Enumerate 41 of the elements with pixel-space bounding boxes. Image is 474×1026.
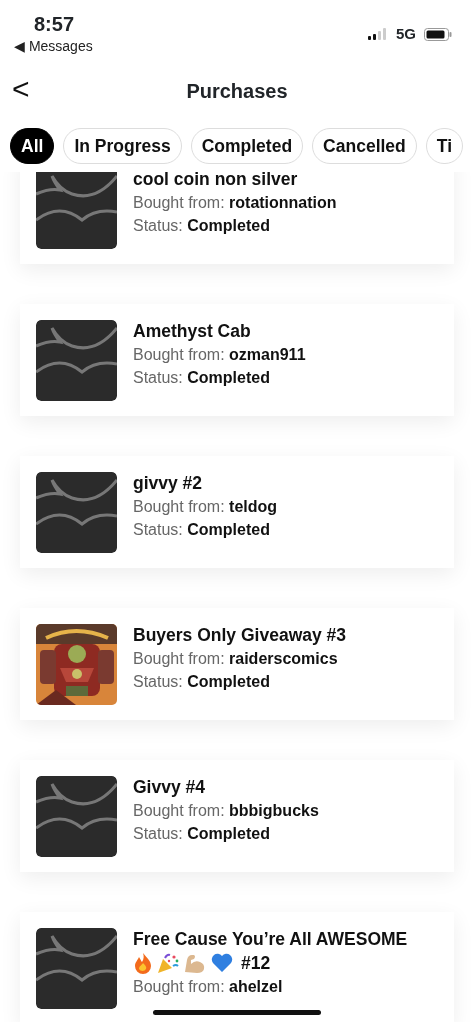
item-title: cool coin non silver: [133, 172, 299, 192]
network-label: 5G: [396, 23, 416, 44]
clock-time: 8:57: [34, 12, 76, 36]
status-line: Status: Completed: [133, 368, 271, 389]
seller-line: Bought from: rotationnation: [133, 193, 338, 214]
status-line: Status: Completed: [133, 520, 271, 541]
seller-line: Bought from: teldog: [133, 497, 279, 518]
filter-tab[interactable]: Completed: [190, 128, 304, 165]
filter-tab[interactable]: In Progress: [63, 128, 182, 165]
filter-tab[interactable]: All: [10, 128, 55, 165]
party-popper-icon: [157, 952, 179, 975]
back-button[interactable]: <: [8, 74, 34, 104]
seller-line: Bought from: ahelzel: [133, 977, 284, 998]
fire-icon: [133, 952, 153, 975]
filter-tab[interactable]: Ti: [425, 128, 464, 165]
item-number: #12: [241, 951, 271, 975]
purchase-card[interactable]: givvy #2 Bought from: teldog Status: Completed: [20, 456, 454, 569]
signal-icon: [368, 28, 388, 40]
purchase-card[interactable]: Buyers Only Giveaway #3 Bought from: raiderscomics Status: Completed: [20, 608, 454, 721]
back-to-app-link[interactable]: ◀ Messages: [14, 36, 93, 57]
heart-icon: [211, 953, 233, 974]
filter-tab[interactable]: Cancelled: [312, 128, 417, 165]
item-title: Buyers Only Giveaway #3: [133, 624, 348, 648]
seller-line: Bought from: bbbigbucks: [133, 801, 320, 822]
status-line: Status: Completed: [133, 672, 271, 693]
purchase-card[interactable]: Amethyst Cab Bought from: ozman911 Status: Completed: [20, 304, 454, 417]
home-indicator[interactable]: [153, 1010, 321, 1015]
status-line: Status: Completed: [133, 824, 271, 845]
item-title: Amethyst Cab: [133, 320, 252, 344]
flexed-arm-icon: [183, 952, 207, 975]
seller-line: Bought from: ozman911: [133, 345, 307, 366]
purchase-card[interactable]: cool coin non silver Bought from: rotationnation Status: Completed: [20, 172, 454, 265]
item-title: givvy #2: [133, 472, 204, 496]
item-title: Free Cause You’re All AWESOME: [133, 928, 409, 952]
seller-line: Bought from: raiderscomics: [133, 649, 339, 670]
item-title: Givvy #4: [133, 776, 206, 800]
page-title: Purchases: [186, 79, 288, 104]
purchase-card[interactable]: Free Cause You’re All AWESOME #12 Bought from: ahelzel: [20, 912, 454, 1023]
purchase-card[interactable]: Givvy #4 Bought from: bbbigbucks Status: Completed: [20, 760, 454, 873]
status-line: Status: Completed: [133, 216, 271, 237]
battery-icon: [424, 27, 452, 41]
